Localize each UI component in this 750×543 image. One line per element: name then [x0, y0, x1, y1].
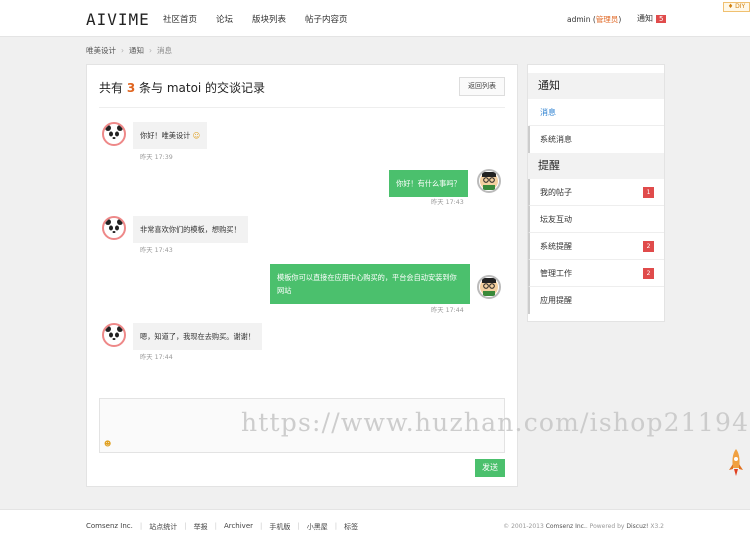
- breadcrumb: 唯美设计 › 通知 › 消息: [86, 45, 172, 56]
- message-time: 昨天 17:43: [431, 199, 464, 206]
- separator: |: [184, 522, 187, 530]
- emoji-icon[interactable]: ☻: [104, 440, 111, 448]
- copyright: © 2001-2013 Comsenz Inc.. Powered by Dis…: [503, 523, 664, 530]
- count-badge: 2: [643, 268, 654, 279]
- company-link[interactable]: Comsenz Inc.: [546, 523, 586, 530]
- message-count: 3: [126, 81, 136, 95]
- sidebar-item-system-messages[interactable]: 系统消息: [528, 126, 664, 153]
- sidebar-item-messages[interactable]: 消息: [528, 99, 664, 126]
- sidebar-item-my-posts[interactable]: 我的帖子 1: [528, 179, 664, 206]
- message-time: 昨天 17:43: [140, 247, 173, 254]
- notice-link[interactable]: 通知 5: [637, 13, 667, 24]
- nav-post[interactable]: 帖子内容页: [305, 13, 348, 25]
- avatar-panda[interactable]: [102, 323, 126, 347]
- footer-link[interactable]: 小黑屋: [307, 522, 328, 532]
- conversation-title: 共有 3 条与 matoi 的交谈记录: [99, 81, 266, 95]
- separator: |: [214, 522, 217, 530]
- count-badge: 1: [643, 187, 654, 198]
- message-bubble: 非常喜欢你们的模板，想购买！: [133, 216, 248, 243]
- user-role[interactable]: 管理员: [596, 15, 619, 24]
- main-nav: 社区首页 论坛 版块列表 帖子内容页: [163, 13, 367, 25]
- footer-link[interactable]: Archiver: [224, 522, 253, 532]
- avatar-cartoon[interactable]: [477, 275, 501, 299]
- sidebar-item-app-remind[interactable]: 应用提醒: [528, 287, 664, 314]
- watermark: https://www.huzhan.com/ishop21194: [241, 408, 750, 437]
- divider: [99, 107, 505, 108]
- separator: |: [297, 522, 300, 530]
- site-logo[interactable]: AIVIME: [86, 10, 150, 29]
- send-button[interactable]: 发送: [475, 459, 505, 477]
- footer-link[interactable]: Comsenz Inc.: [86, 522, 133, 532]
- breadcrumb-section[interactable]: 通知: [129, 46, 144, 55]
- message-time: 昨天 17:39: [140, 154, 173, 161]
- nav-forum[interactable]: 论坛: [216, 13, 233, 25]
- sidebar-item-admin-work[interactable]: 管理工作 2: [528, 260, 664, 287]
- message-bubble-self: 模板你可以直接在应用中心购买的，平台会自动安装到你网站: [270, 264, 470, 304]
- count-badge: 2: [643, 241, 654, 252]
- message-time: 昨天 17:44: [140, 354, 173, 361]
- footer: Comsenz Inc. | 站点统计 | 举报 | Archiver | 手机版 | 小…: [0, 509, 750, 543]
- separator: |: [139, 522, 143, 530]
- notice-count-badge: 5: [656, 15, 667, 23]
- product-link[interactable]: Discuz!: [626, 523, 648, 530]
- avatar-panda[interactable]: [102, 122, 126, 146]
- separator: |: [334, 522, 338, 530]
- separator: |: [260, 522, 263, 530]
- breadcrumb-separator: ›: [149, 46, 152, 55]
- notice-label: 通知: [637, 14, 653, 23]
- back-to-list-button[interactable]: 返回列表: [459, 77, 505, 96]
- sidebar-item-interaction[interactable]: 坛友互动: [528, 206, 664, 233]
- message-bubble: 你好！唯美设计 ☺: [133, 122, 208, 149]
- diy-button[interactable]: ♦ DIY: [723, 2, 750, 12]
- smiley-icon: ☺: [192, 131, 201, 140]
- user-menu[interactable]: admin (管理员): [567, 14, 621, 25]
- back-to-top-rocket-icon[interactable]: [728, 448, 744, 478]
- footer-link[interactable]: 举报: [194, 522, 208, 532]
- message-bubble-self: 你好！有什么事吗？: [389, 170, 468, 197]
- top-bar: AIVIME 社区首页 论坛 版块列表 帖子内容页 admin (管理员) 通知…: [0, 0, 750, 37]
- footer-link[interactable]: 站点统计: [149, 522, 177, 532]
- sidebar-header-remind: 提醒: [528, 153, 664, 179]
- footer-link[interactable]: 手机版: [269, 522, 290, 532]
- sidebar-header-notice: 通知: [528, 73, 664, 99]
- breadcrumb-current: 消息: [157, 46, 172, 55]
- username[interactable]: admin: [567, 15, 591, 24]
- breadcrumb-home[interactable]: 唯美设计: [86, 46, 116, 55]
- message-time: 昨天 17:44: [431, 307, 464, 314]
- breadcrumb-separator: ›: [121, 46, 124, 55]
- nav-home[interactable]: 社区首页: [163, 13, 197, 25]
- nav-boards[interactable]: 版块列表: [252, 13, 286, 25]
- footer-link[interactable]: 标签: [344, 522, 358, 532]
- sidebar: 通知 消息 系统消息 提醒 我的帖子 1 坛友互动 系统提醒 2 管理工作 2 应用提…: [527, 64, 665, 322]
- footer-links: Comsenz Inc. | 站点统计 | 举报 | Archiver | 手机版 | 小…: [86, 522, 365, 532]
- sidebar-item-system-remind[interactable]: 系统提醒 2: [528, 233, 664, 260]
- avatar-cartoon[interactable]: [477, 169, 501, 193]
- message-bubble: 嗯，知道了，我现在去购买。谢谢！: [133, 323, 263, 350]
- avatar-panda[interactable]: [102, 216, 126, 240]
